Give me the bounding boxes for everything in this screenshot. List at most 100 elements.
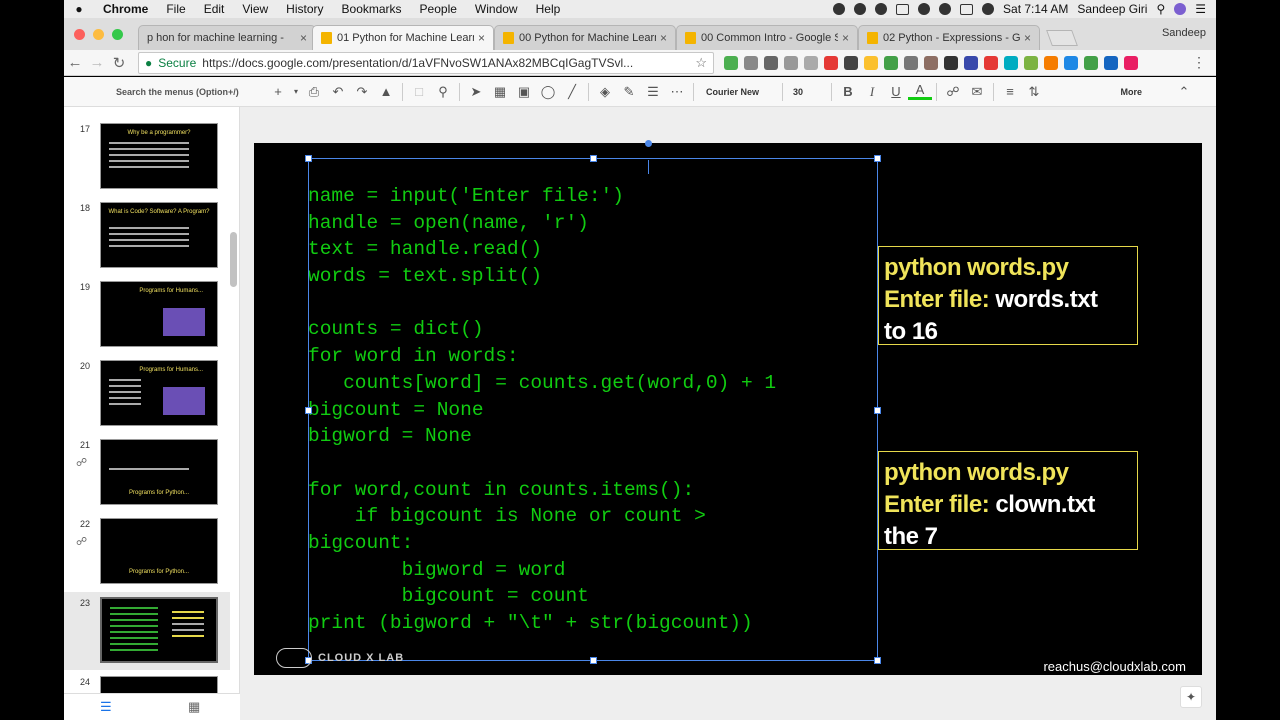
collapse-toolbar-icon[interactable]: ⌃ — [1172, 84, 1196, 100]
menu-file[interactable]: File — [157, 2, 194, 16]
font-size-select[interactable]: 30 — [787, 87, 827, 97]
output-box-words[interactable]: python words.py Enter file: words.txt to… — [878, 246, 1138, 345]
extension-icon[interactable] — [844, 55, 858, 70]
extension-icon[interactable] — [944, 55, 958, 70]
menu-edit[interactable]: Edit — [195, 2, 234, 16]
tab-close-icon[interactable]: × — [660, 31, 667, 45]
slide-thumbnail[interactable]: 19 Programs for Humans... — [64, 276, 230, 354]
resize-handle-s[interactable] — [590, 657, 597, 664]
menu-window[interactable]: Window — [466, 2, 527, 16]
tab-close-icon[interactable]: × — [300, 31, 307, 45]
resize-handle-se[interactable] — [874, 657, 881, 664]
slide-thumbnail[interactable]: 20 Programs for Humans... — [64, 355, 230, 433]
browser-tab-active[interactable]: 01 Python for Machine Learni × — [312, 25, 494, 50]
font-family-select[interactable]: Courier New — [698, 87, 778, 97]
extension-icon[interactable] — [1064, 55, 1078, 70]
resize-handle-w[interactable] — [305, 407, 312, 414]
chrome-menu-icon[interactable]: ⋮ — [1192, 54, 1206, 71]
user-name[interactable]: Sandeep Giri — [1077, 2, 1147, 16]
tab-close-icon[interactable]: × — [478, 31, 485, 45]
zoom-icon[interactable]: ⚲ — [431, 84, 455, 100]
resize-handle-n[interactable] — [590, 155, 597, 162]
url-input[interactable]: ● Secure https://docs.google.com/present… — [138, 51, 714, 74]
extension-icon[interactable] — [1104, 55, 1118, 70]
text-color-button[interactable]: A — [908, 83, 932, 100]
explore-icon[interactable]: ✦ — [1180, 686, 1202, 708]
menu-help[interactable]: Help — [527, 2, 570, 16]
battery-icon[interactable] — [960, 3, 974, 15]
slide-thumbnail[interactable]: 17 Why be a programmer? — [64, 118, 230, 196]
extension-icon[interactable] — [884, 55, 898, 70]
border-weight-icon[interactable]: ☰ — [641, 84, 665, 100]
slide[interactable]: name = input('Enter file:') handle = open… — [254, 140, 1202, 675]
extension-icon[interactable] — [864, 55, 878, 70]
minimize-window-button[interactable] — [93, 29, 104, 40]
search-menus-input[interactable]: Search the menus (Option+/) — [70, 79, 266, 105]
output-box-clown[interactable]: python words.py Enter file: clown.txt th… — [878, 451, 1138, 550]
wifi-icon[interactable] — [939, 3, 952, 15]
new-tab-button[interactable] — [1046, 30, 1078, 46]
dropbox-icon[interactable] — [833, 3, 846, 15]
image-icon[interactable]: ▣ — [512, 84, 536, 100]
paint-format-icon[interactable]: ▲ — [374, 84, 398, 99]
browser-tab[interactable]: 00 Common Intro - Google Sli × — [676, 25, 858, 50]
bold-button[interactable]: B — [836, 84, 860, 99]
new-slide-icon[interactable]: + — [266, 84, 290, 99]
grid-view-icon[interactable]: ▦ — [188, 699, 200, 715]
border-color-icon[interactable]: ✎ — [617, 84, 641, 100]
filmstrip-scrollbar[interactable] — [230, 232, 237, 287]
browser-tab[interactable]: 00 Python for Machine Learni × — [494, 25, 676, 50]
extension-icon[interactable] — [904, 55, 918, 70]
resize-handle-nw[interactable] — [305, 155, 312, 162]
extension-icon[interactable] — [724, 55, 738, 70]
reload-icon[interactable]: ↻ — [108, 54, 130, 72]
print-icon[interactable]: ⎙ — [302, 84, 326, 100]
fit-icon[interactable]: □ — [407, 84, 431, 99]
tab-close-icon[interactable]: × — [1024, 31, 1031, 45]
text-box-icon[interactable]: ▦ — [488, 84, 512, 100]
extension-icon[interactable] — [764, 55, 778, 70]
notification-center-icon[interactable]: ☰ — [1195, 2, 1206, 16]
menu-app-name[interactable]: Chrome — [94, 2, 157, 16]
extension-icon[interactable] — [1004, 55, 1018, 70]
link-icon[interactable]: ☍ — [941, 84, 965, 100]
extension-icon[interactable] — [1044, 55, 1058, 70]
tools-icon[interactable] — [854, 3, 867, 15]
lock-icon[interactable]: ● — [145, 56, 152, 70]
align-icon[interactable]: ≡ — [998, 84, 1022, 99]
selection-frame[interactable] — [305, 140, 881, 664]
menu-history[interactable]: History — [277, 2, 332, 16]
rotation-handle[interactable] — [645, 140, 652, 147]
menu-people[interactable]: People — [411, 2, 466, 16]
extension-icon[interactable] — [784, 55, 798, 70]
comment-icon[interactable]: ✉ — [965, 84, 989, 100]
back-icon[interactable]: ← — [64, 54, 86, 71]
profile-name[interactable]: Sandeep — [1162, 27, 1206, 39]
forward-icon[interactable]: → — [86, 54, 108, 71]
more-button[interactable]: More — [1120, 87, 1142, 97]
extension-icon[interactable] — [744, 55, 758, 70]
border-dash-icon[interactable]: ⋯ — [665, 84, 689, 100]
line-icon[interactable]: ╱ — [560, 84, 584, 100]
slide-thumbnail[interactable]: 18 What is Code? Software? A Program? — [64, 197, 230, 275]
tab-close-icon[interactable]: × — [842, 31, 849, 45]
redo-icon[interactable]: ↷ — [350, 84, 374, 100]
new-slide-dropdown-icon[interactable]: ▾ — [290, 87, 302, 96]
select-tool-icon[interactable]: ➤ — [464, 84, 488, 100]
shape-icon[interactable]: ◯ — [536, 84, 560, 100]
extension-icon[interactable] — [964, 55, 978, 70]
bookmark-star-icon[interactable]: ☆ — [695, 55, 707, 71]
time-machine-icon[interactable] — [918, 3, 931, 15]
extension-icon[interactable] — [804, 55, 818, 70]
menu-bookmarks[interactable]: Bookmarks — [333, 2, 411, 16]
resize-handle-e[interactable] — [874, 407, 881, 414]
slide-thumbnail-selected[interactable]: 23 — [64, 592, 230, 670]
resize-handle-ne[interactable] — [874, 155, 881, 162]
siri-icon[interactable] — [1174, 3, 1187, 15]
spotlight-icon[interactable]: ⚲ — [1156, 2, 1165, 16]
extension-icon[interactable] — [1084, 55, 1098, 70]
extension-icon[interactable] — [1124, 55, 1138, 70]
maximize-window-button[interactable] — [112, 29, 123, 40]
italic-button[interactable]: I — [860, 84, 884, 100]
menu-view[interactable]: View — [233, 2, 277, 16]
